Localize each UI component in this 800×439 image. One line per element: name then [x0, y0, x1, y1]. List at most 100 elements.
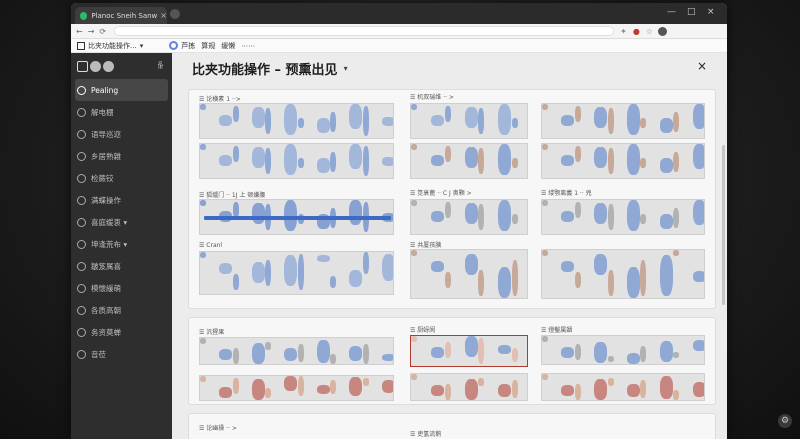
plan-blob [512, 348, 519, 362]
plan-blob [444, 384, 451, 400]
gear-icon [169, 41, 179, 50]
sidebar-item[interactable]: 满蝶操作 [71, 189, 172, 211]
plan-blob [561, 211, 575, 222]
section-label: ☰ 笕衰蓖 ·· C J 奥颗 > [410, 190, 472, 197]
floorplan-thumbnail[interactable] [199, 337, 394, 365]
settings-gear-icon[interactable]: ⚙ [778, 414, 792, 428]
floorplan-thumbnail[interactable] [410, 249, 528, 299]
back-button[interactable]: ← [76, 27, 83, 36]
sidebar-item-label: 满蝶操作 [91, 195, 121, 205]
plan-blob [640, 346, 647, 362]
plan-blob [284, 144, 298, 175]
forward-button[interactable]: → [88, 27, 95, 36]
sidebar-item[interactable]: 语导巡迩 [71, 123, 172, 145]
home-icon[interactable] [77, 60, 88, 72]
floorplan-thumbnail[interactable] [199, 103, 394, 139]
plan-blob [673, 208, 680, 228]
browser-window: Planoc Sneih Sanw... × — □ × ← → ⟳ ✦ ● ☆… [71, 3, 727, 439]
maximize-button[interactable]: □ [687, 7, 696, 17]
plan-blob [478, 378, 485, 386]
new-tab-button[interactable] [170, 9, 180, 19]
tab-close-icon[interactable]: × [160, 11, 167, 20]
plan-blob [512, 380, 519, 398]
floorplan-thumbnail[interactable] [410, 335, 528, 367]
user-icon[interactable]: ꆜ [157, 60, 164, 72]
app-icon[interactable] [90, 60, 101, 72]
bookmark-item[interactable]: 缓懒 [221, 41, 235, 51]
plan-blob [316, 158, 330, 173]
chevron-down-icon[interactable]: ▾ [344, 64, 348, 73]
floorplan-thumbnail[interactable] [410, 103, 528, 139]
bookmark-item[interactable]: 算规 [201, 41, 215, 51]
sidebar-item[interactable]: Pealing [75, 79, 168, 101]
page-title-text: 比夹功能操作 – 预熏出见 [192, 63, 338, 78]
extension-icon[interactable]: ✦ [620, 27, 627, 36]
plan-blob [316, 340, 330, 363]
plan-blob [627, 353, 640, 364]
star-icon[interactable]: ☆ [646, 27, 653, 36]
plan-blob [284, 376, 298, 391]
section-label: ☰ 缕颚离義 1 ·· 兇 [541, 190, 592, 197]
profile-avatar[interactable] [657, 26, 667, 36]
sidebar-item[interactable]: 各质高朝 [71, 299, 172, 321]
main-content: 比夹功能操作 – 预熏出见 ▾ × ☰ 论横素 1 ··> ☰ 机双瑞维 ·· … [172, 53, 727, 439]
app-icon-2[interactable] [103, 60, 114, 72]
floorplan-thumbnail[interactable] [541, 103, 705, 139]
plan-blob [692, 382, 704, 397]
floorplan-thumbnail[interactable] [199, 143, 394, 179]
page-title[interactable]: 比夹功能操作 – 预熏出见 ▾ [192, 59, 348, 78]
sidebar-item[interactable]: 检蕨铰 [71, 167, 172, 189]
menu-icon [77, 261, 86, 271]
close-icon[interactable]: × [697, 59, 707, 73]
section-label: ☰ 厨蚜阂 [410, 327, 436, 334]
sidebar-item-label: Pealing [91, 85, 119, 95]
floorplan-thumbnail[interactable] [199, 251, 394, 295]
plan-blob [316, 118, 330, 133]
bookmark-project[interactable]: 比夹功能操作... ▾ [77, 41, 143, 51]
floorplan-thumbnail[interactable] [410, 199, 528, 235]
sidebar-item[interactable]: 坤逢荒布 ▾ [71, 233, 172, 255]
plan-blob [232, 274, 239, 290]
plan-blob [297, 158, 304, 168]
sidebar-item[interactable]: 皺笈属喜 [71, 255, 172, 277]
menu-icon [77, 173, 86, 183]
browser-tab[interactable]: Planoc Sneih Sanw... × [75, 7, 167, 24]
plan-blob [430, 347, 444, 358]
plan-blob [512, 214, 519, 224]
section-label: ☰ 论幽操 ·· > [199, 425, 237, 432]
plan-blob [659, 158, 673, 173]
sidebar-item[interactable]: 乡居熟雜 [71, 145, 172, 167]
plan-blob [284, 255, 298, 286]
plan-blob [251, 147, 265, 168]
extension-red-icon[interactable]: ● [633, 27, 640, 36]
section-label: ☰ 汎猩果 [199, 329, 225, 336]
sidebar-item[interactable]: 解电棚 [71, 101, 172, 123]
plan-blob [542, 374, 548, 380]
minimize-button[interactable]: — [667, 7, 676, 17]
plan-blob [362, 252, 369, 274]
floorplan-thumbnail[interactable] [410, 373, 528, 401]
scrollbar[interactable] [722, 145, 725, 305]
plan-blob [673, 250, 680, 256]
floorplan-thumbnail[interactable] [199, 199, 394, 235]
plan-blob [349, 104, 363, 129]
floorplan-thumbnail[interactable] [541, 199, 705, 235]
bookmark-settings[interactable]: 芦拣 [169, 41, 195, 51]
floorplan-thumbnail[interactable] [541, 143, 705, 179]
floorplan-thumbnail[interactable] [199, 375, 394, 401]
window-close-button[interactable]: × [707, 7, 715, 17]
reload-button[interactable]: ⟳ [99, 27, 106, 36]
sidebar-item[interactable]: 务资莫蝉 [71, 321, 172, 343]
floorplan-thumbnail[interactable] [541, 373, 705, 401]
sidebar-item[interactable]: 音莅 [71, 343, 172, 365]
plan-blob [659, 341, 673, 362]
plan-blob [640, 118, 647, 128]
floorplan-thumbnail[interactable] [541, 335, 705, 365]
sidebar-item[interactable]: 喜庭缓衷 ▾ [71, 211, 172, 233]
sidebar-item-label: 各质高朝 [91, 305, 121, 315]
url-input[interactable] [114, 26, 615, 36]
floorplan-thumbnail[interactable] [410, 143, 528, 179]
bookmark-item[interactable]: ⋯⋯ [241, 42, 255, 50]
sidebar-item[interactable]: 模懷緩萌 [71, 277, 172, 299]
floorplan-thumbnail[interactable] [541, 249, 705, 299]
